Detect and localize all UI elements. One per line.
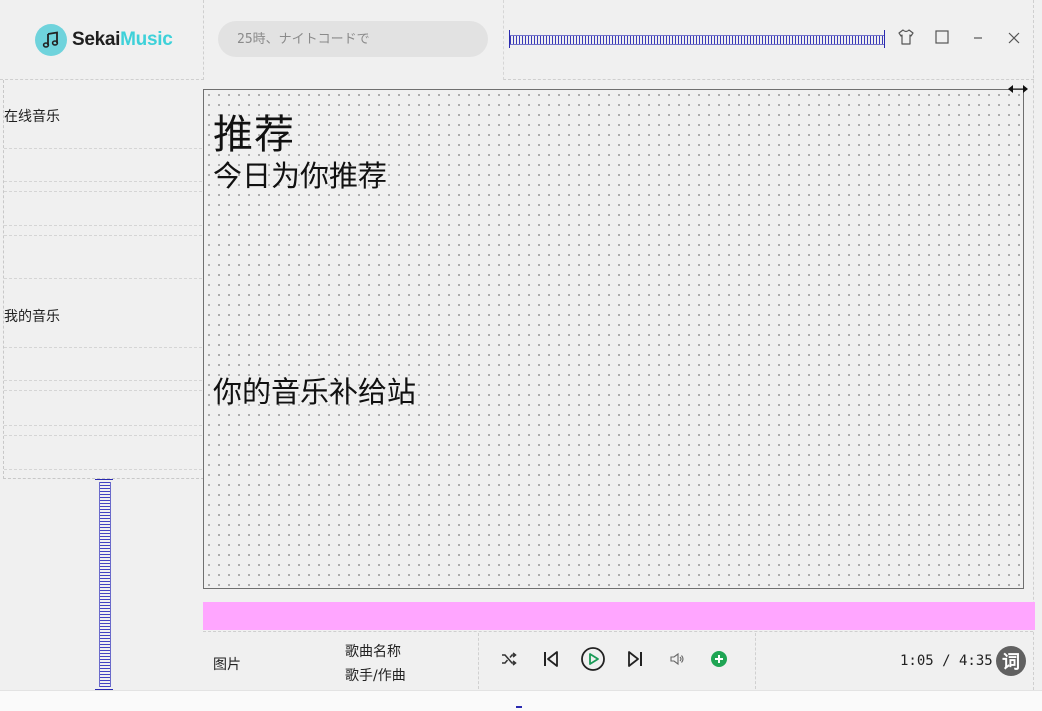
resize-handle[interactable] (1007, 80, 1029, 93)
window-drag-handle[interactable] (510, 35, 884, 45)
sidebar-divider (4, 235, 202, 236)
shuffle-button[interactable] (497, 649, 521, 673)
minimize-button[interactable] (966, 27, 990, 51)
add-icon (710, 650, 728, 672)
play-icon (580, 646, 606, 676)
playback-progress-bar[interactable] (203, 602, 1035, 630)
volume-icon (669, 651, 685, 671)
sidebar-divider (4, 469, 202, 470)
add-to-playlist-button[interactable] (707, 649, 731, 673)
play-button[interactable] (580, 646, 606, 676)
lyrics-button[interactable]: 词 (996, 646, 1026, 676)
divider (755, 633, 756, 689)
close-icon (1007, 30, 1021, 49)
skin-icon (897, 28, 915, 50)
sidebar: 在线音乐 我的音乐 (3, 80, 204, 479)
next-icon (625, 649, 645, 673)
drag-handle-cap-right (884, 30, 885, 48)
drag-handle-cap-left (509, 30, 510, 48)
maximize-icon (934, 29, 950, 49)
splitter-cap-top (95, 479, 113, 480)
album-cover-placeholder[interactable]: 图片 (213, 654, 241, 674)
logo-text-part2: Music (120, 29, 173, 50)
app-logo: SekaiMusic (72, 29, 173, 51)
previous-button[interactable] (539, 649, 563, 673)
logo-text-part1: Sekai (72, 29, 121, 50)
sidebar-section-online-music: 在线音乐 (4, 109, 60, 125)
sidebar-divider (4, 390, 202, 391)
bottom-resize-marker[interactable] (516, 706, 522, 708)
playback-time: 1:05 / 4:35 (900, 653, 993, 669)
search-input[interactable] (218, 21, 488, 57)
section-heading-supply: 你的音乐补给站 (213, 375, 417, 409)
maximize-button[interactable] (930, 27, 954, 51)
sidebar-divider (4, 278, 202, 279)
sidebar-item-slot[interactable] (4, 225, 202, 226)
skin-button[interactable] (894, 27, 918, 51)
section-heading-today: 今日为你推荐 (213, 159, 388, 193)
shuffle-icon (500, 650, 518, 672)
splitter-bar (99, 482, 111, 687)
sidebar-item-slot[interactable] (4, 148, 202, 149)
previous-icon (541, 649, 561, 673)
song-title: 歌曲名称 (345, 644, 401, 660)
sidebar-item-slot[interactable] (4, 347, 202, 348)
page-title: 推荐 (213, 112, 295, 158)
sidebar-splitter-handle[interactable] (95, 479, 113, 690)
sidebar-item-slot[interactable] (4, 380, 202, 381)
minimize-icon (971, 30, 985, 49)
music-note-icon (35, 24, 67, 56)
close-button[interactable] (1002, 27, 1026, 51)
sidebar-section-my-music: 我的音乐 (4, 309, 60, 325)
next-button[interactable] (623, 649, 647, 673)
sidebar-divider (4, 191, 202, 192)
song-artist: 歌手/作曲 (345, 668, 406, 684)
divider (478, 633, 479, 689)
sidebar-item-slot[interactable] (4, 425, 202, 426)
volume-button[interactable] (665, 649, 689, 673)
sidebar-item-slot[interactable] (4, 181, 202, 182)
sidebar-divider (4, 435, 202, 436)
window-right-edge (1033, 0, 1035, 690)
